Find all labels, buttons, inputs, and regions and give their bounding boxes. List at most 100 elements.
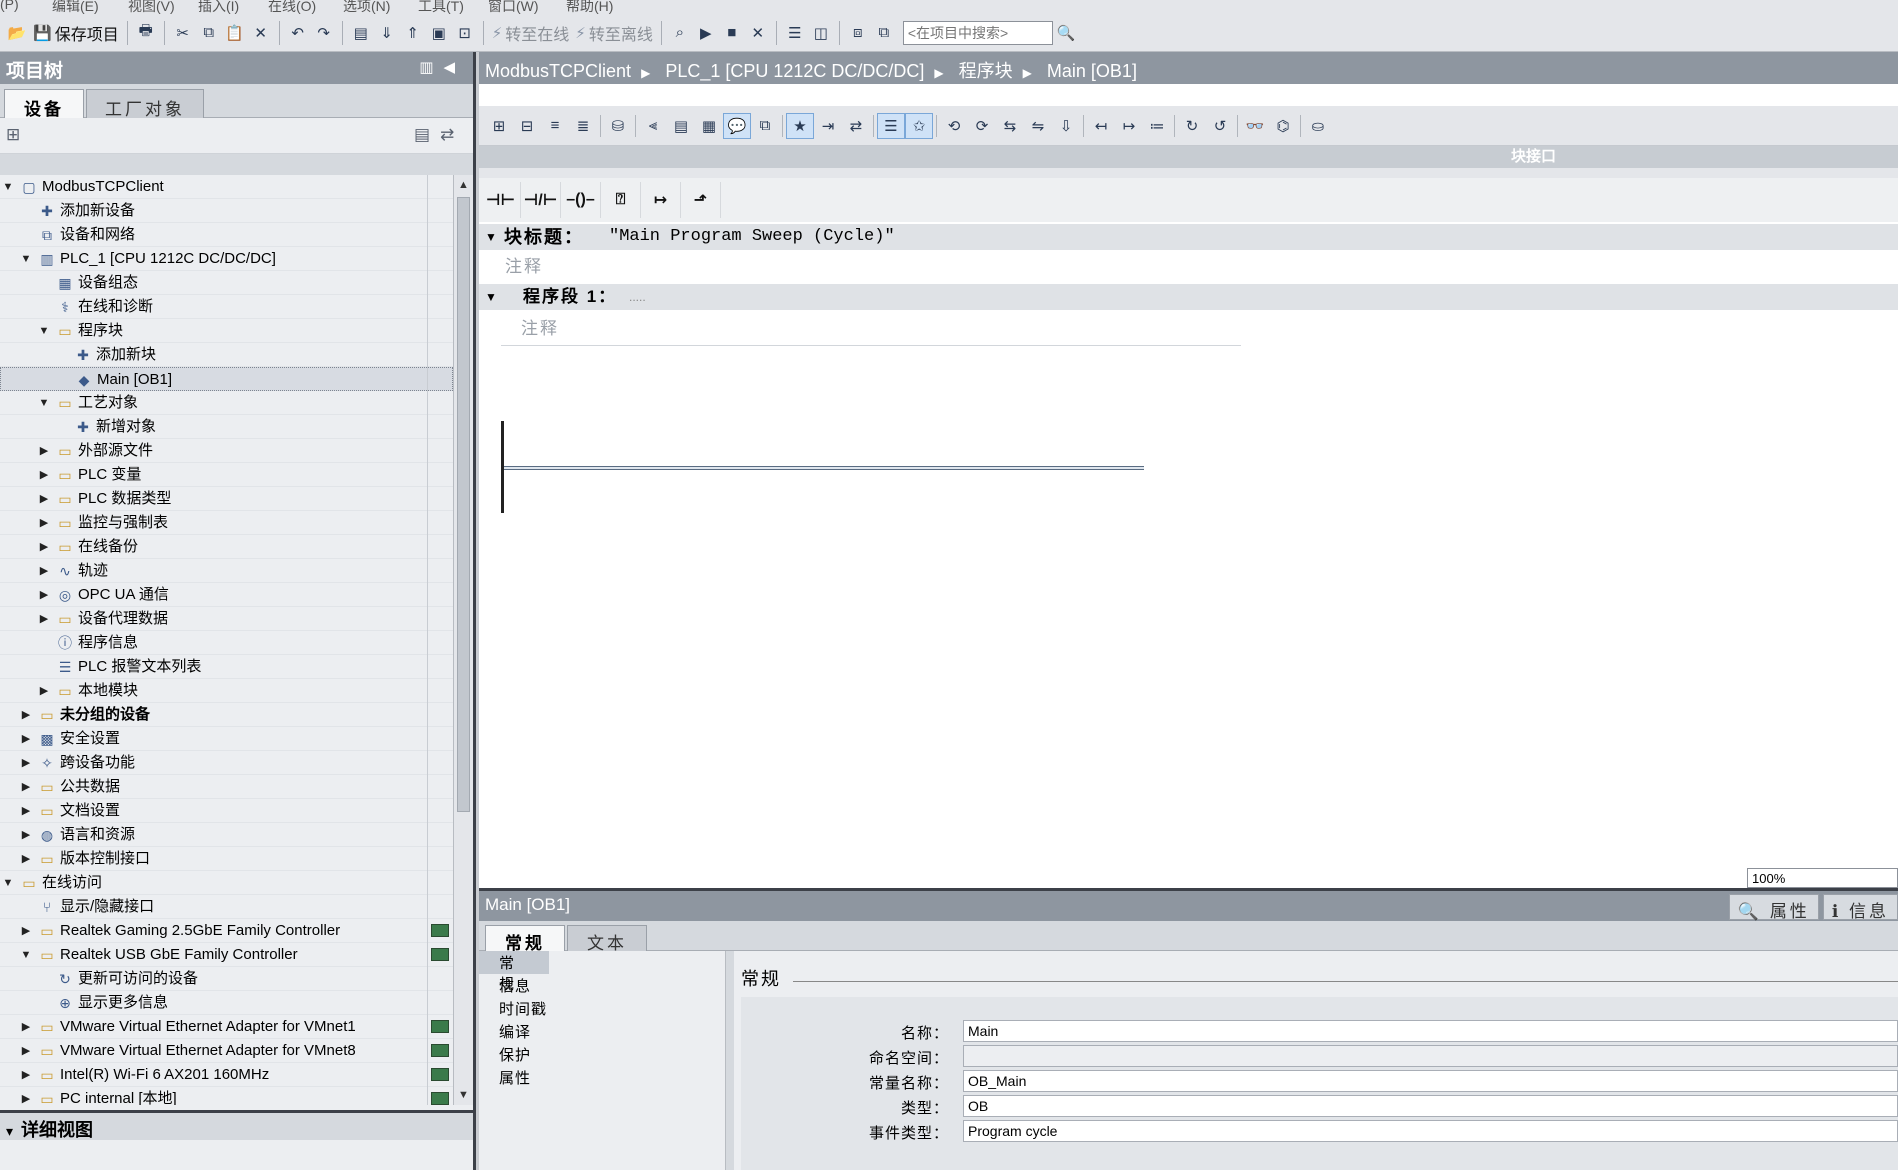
expand-right-icon[interactable]: ▶ xyxy=(38,439,50,463)
network-open-icon[interactable]: ▤ xyxy=(667,113,695,139)
expand-down-icon[interactable]: ▼ xyxy=(38,391,50,415)
tree-item[interactable]: ⚕ 在线和诊断 xyxy=(0,295,453,319)
detail-view-header[interactable]: ▾ 详细视图 xyxy=(0,1110,473,1140)
tree-item[interactable]: ▶ ▭ 监控与强制表 xyxy=(0,511,453,535)
simulation-icon[interactable]: ▣ xyxy=(426,20,452,46)
tree-item[interactable]: ▼ ▭ Realtek USB GbE Family Controller xyxy=(0,943,453,967)
tree-item[interactable]: ▼ ▭ 在线访问 xyxy=(0,871,453,895)
previous-error-icon[interactable]: ↤ xyxy=(1087,113,1115,139)
menu-item[interactable]: 选项(N) xyxy=(343,0,390,14)
delete-network-icon[interactable]: ⊟ xyxy=(513,113,541,139)
expand-right-icon[interactable]: ▶ xyxy=(20,703,32,727)
download-icon[interactable]: ⇓ xyxy=(374,20,400,46)
expand-right-icon[interactable]: ▶ xyxy=(20,847,32,871)
tree-item[interactable]: ⓘ 程序信息 xyxy=(0,631,453,655)
nav-item[interactable]: 编译 xyxy=(479,1020,725,1043)
property-value[interactable]: Program cycle xyxy=(963,1120,1898,1142)
expand-right-icon[interactable]: ▶ xyxy=(38,487,50,511)
menu-item[interactable]: (P) xyxy=(0,0,19,12)
menu-item[interactable]: 在线(O) xyxy=(268,0,316,14)
split-vertical-icon[interactable]: ◫ xyxy=(808,20,834,46)
expand-right-icon[interactable]: ▶ xyxy=(38,607,50,631)
expand-right-icon[interactable]: ▶ xyxy=(38,559,50,583)
align-left-icon[interactable]: ⫷ xyxy=(639,113,667,139)
search-icon[interactable]: 🔍 xyxy=(1053,20,1079,46)
block-comment[interactable]: 注释 xyxy=(479,250,1898,278)
tree-item[interactable]: ▶ ▭ PLC 数据类型 xyxy=(0,487,453,511)
stop-cpu-icon[interactable]: ■ xyxy=(719,20,745,46)
network-title-value[interactable]: ..... xyxy=(629,284,646,310)
tree-item[interactable]: ⊕ 显示更多信息 xyxy=(0,991,453,1015)
property-value[interactable]: OB_Main xyxy=(963,1070,1898,1092)
tree-item[interactable]: ⑂ 显示/隐藏接口 xyxy=(0,895,453,919)
tab-texts[interactable]: 文本 xyxy=(567,925,647,953)
add-row-icon[interactable]: ≣ xyxy=(569,113,597,139)
interface-splitter[interactable] xyxy=(479,168,1898,178)
block-title-value[interactable]: "Main Program Sweep (Cycle)" xyxy=(609,224,895,250)
go-offline-button[interactable]: ⚡ 转至离线 xyxy=(572,20,656,46)
menu-item[interactable]: 工具(T) xyxy=(418,0,464,14)
network-close-icon[interactable]: ▦ xyxy=(695,113,723,139)
property-value[interactable]: OB xyxy=(963,1095,1898,1117)
copy-icon[interactable]: ⧉ xyxy=(196,20,222,46)
breadcrumb-plc[interactable]: PLC_1 [CPU 1212C DC/DC/DC] xyxy=(665,61,924,81)
expand-right-icon[interactable]: ▶ xyxy=(20,775,32,799)
expand-right-icon[interactable]: ▶ xyxy=(20,751,32,775)
next-error-icon[interactable]: ↦ xyxy=(1115,113,1143,139)
monitor-icon[interactable]: ⟲ xyxy=(940,113,968,139)
snapshot-icon[interactable]: ⌬ xyxy=(1269,113,1297,139)
tree-item[interactable]: ▼ ▥ PLC_1 [CPU 1212C DC/DC/DC] xyxy=(0,247,453,271)
nav-item[interactable]: 时间戳 xyxy=(479,997,725,1020)
tree-item[interactable]: ▶ ▭ 本地模块 xyxy=(0,679,453,703)
tab-info[interactable]: ℹ 信息 xyxy=(1822,894,1898,921)
expand-right-icon[interactable]: ▶ xyxy=(20,727,32,751)
monitor-off-icon[interactable]: ⟳ xyxy=(968,113,996,139)
chevron-down-icon[interactable]: ▼ xyxy=(485,224,497,250)
network-comment[interactable]: 注释 xyxy=(501,310,1241,346)
open-branch-icon[interactable]: ↦ xyxy=(641,182,681,218)
tree-item[interactable]: ▼ ▢ ModbusTCPClient xyxy=(0,175,453,199)
chevron-down-icon[interactable]: ▼ xyxy=(485,284,497,310)
breadcrumb-program-blocks[interactable]: 程序块 xyxy=(959,61,1013,81)
menu-item[interactable]: 编辑(E) xyxy=(52,0,99,14)
ladder-rung[interactable] xyxy=(501,421,1144,521)
menu-item[interactable]: 视图(V) xyxy=(128,0,175,14)
tab-plant-objects[interactable]: 工厂对象 xyxy=(86,89,204,119)
expand-right-icon[interactable]: ▶ xyxy=(38,463,50,487)
cut-icon[interactable]: ✂ xyxy=(170,20,196,46)
tree-item[interactable]: ▶ ◍ 语言和资源 xyxy=(0,823,453,847)
tree-item[interactable]: ▶ ▭ PLC 变量 xyxy=(0,463,453,487)
tree-item[interactable]: ▶ ▭ PC internal [本地] xyxy=(0,1087,453,1105)
update-call-icon[interactable]: ↻ xyxy=(1178,113,1206,139)
tree-item[interactable]: ✚ 添加新设备 xyxy=(0,199,453,223)
star-icon[interactable]: ✩ xyxy=(905,112,933,139)
tree-item[interactable]: ✚ 添加新块 xyxy=(0,343,453,367)
tree-item[interactable]: ▶ ∿ 轨迹 xyxy=(0,559,453,583)
navigate-icon[interactable]: ⇥ xyxy=(814,113,842,139)
start-simulation-icon[interactable]: ⊡ xyxy=(452,20,478,46)
tab-general[interactable]: 常规 xyxy=(485,925,565,953)
tree-item[interactable]: ▦ 设备组态 xyxy=(0,271,453,295)
scroll-thumb[interactable] xyxy=(457,197,470,812)
accessible-devices-icon[interactable]: ⌕ xyxy=(667,20,693,46)
menu-item[interactable]: 插入(I) xyxy=(198,0,239,14)
upload-icon[interactable]: ⇑ xyxy=(400,20,426,46)
tree-item[interactable]: ▼ ▭ 工艺对象 xyxy=(0,391,453,415)
insert-row-icon[interactable]: ≡ xyxy=(541,113,569,139)
expand-right-icon[interactable]: ▶ xyxy=(38,583,50,607)
property-value[interactable] xyxy=(963,1045,1898,1067)
cross-reference-icon[interactable]: ⧉ xyxy=(871,20,897,46)
expand-right-icon[interactable]: ▶ xyxy=(38,535,50,559)
nav-item[interactable]: 属性 xyxy=(479,1066,725,1089)
nav-item[interactable]: 常规 xyxy=(479,951,549,993)
tree-item[interactable]: ✚ 新增对象 xyxy=(0,415,453,439)
breadcrumb-main[interactable]: Main [OB1] xyxy=(1047,61,1137,81)
scroll-down-icon[interactable]: ▼ xyxy=(454,1085,473,1105)
save-project-button[interactable]: 💾 保存项目 xyxy=(30,20,122,46)
show-list-icon[interactable]: ☰ xyxy=(877,112,905,139)
error-list-icon[interactable]: ≔ xyxy=(1143,113,1171,139)
expand-down-icon[interactable]: ▼ xyxy=(20,247,32,271)
rung-wire[interactable] xyxy=(504,466,1144,470)
update-inst-icon[interactable]: ↺ xyxy=(1206,113,1234,139)
menu-item[interactable]: 窗口(W) xyxy=(488,0,539,14)
